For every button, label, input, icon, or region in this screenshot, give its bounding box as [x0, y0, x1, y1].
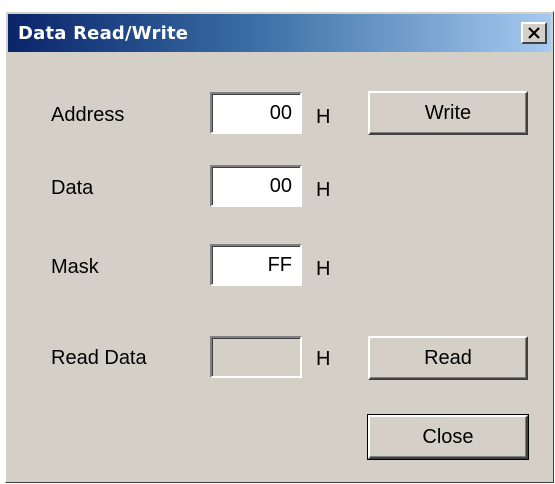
- read-data-output: [210, 336, 302, 378]
- address-input[interactable]: [210, 92, 302, 134]
- data-label: Data: [51, 177, 94, 199]
- write-button[interactable]: Write: [368, 91, 528, 135]
- window-title: Data Read/Write: [18, 23, 189, 44]
- read-data-label: Read Data: [51, 347, 147, 369]
- mask-label: Mask: [51, 256, 99, 278]
- title-bar[interactable]: Data Read/Write: [8, 14, 551, 52]
- read-button[interactable]: Read: [368, 336, 528, 380]
- dialog-window: Data Read/Write Address H Write Data H M…: [5, 11, 554, 483]
- read-data-unit: H: [316, 348, 331, 370]
- data-input[interactable]: [210, 165, 302, 207]
- close-icon: [528, 27, 540, 39]
- address-label: Address: [51, 104, 125, 126]
- close-button[interactable]: Close: [367, 414, 529, 460]
- data-unit: H: [316, 179, 331, 201]
- title-close-button[interactable]: [521, 22, 547, 44]
- mask-unit: H: [316, 258, 331, 280]
- mask-input[interactable]: [210, 244, 302, 286]
- address-unit: H: [316, 106, 331, 128]
